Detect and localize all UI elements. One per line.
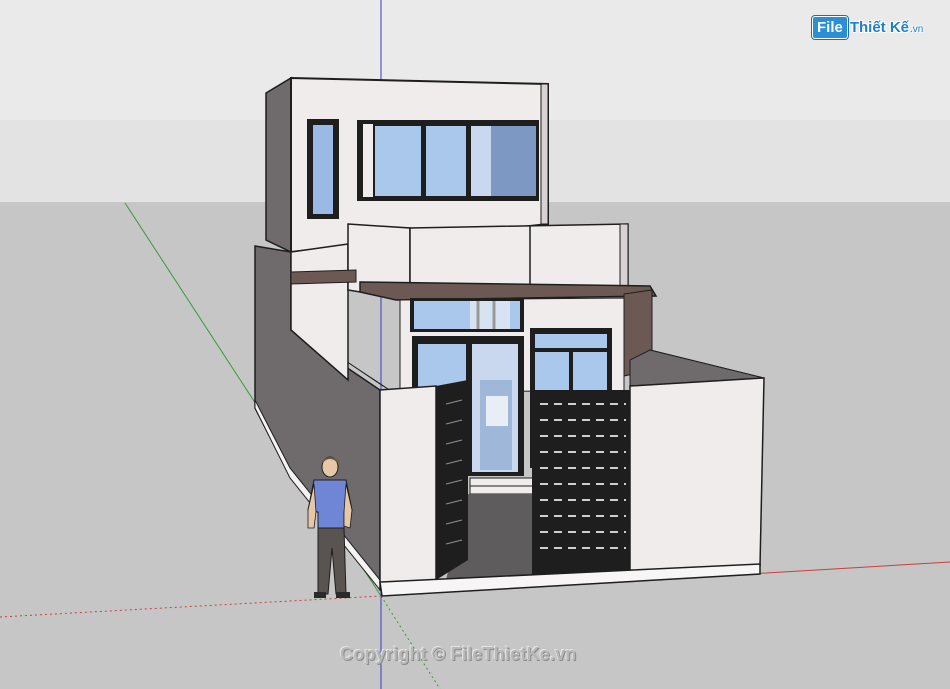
site-logo[interactable]: File Thiết Kế .vn [812, 14, 923, 40]
balcony-parapet-end [619, 223, 629, 287]
logo-tld: .vn [910, 24, 924, 35]
logo-name: Thiết Kế [849, 18, 910, 36]
copyright-watermark: Copyright © FileThietKe.vn [340, 644, 577, 664]
fence-right-front [629, 377, 765, 575]
person-shoe-left [314, 592, 326, 598]
side-ledge [290, 269, 357, 285]
model-scene [0, 0, 950, 689]
sketchup-viewport[interactable]: File Thiết Kế .vn Copyright © FileThietK… [0, 0, 950, 689]
person-shoe-right [336, 592, 350, 598]
upper-right-face [540, 83, 549, 225]
fence-left-pier [379, 385, 437, 591]
logo-file-badge: File [812, 15, 848, 39]
sliding-gate [532, 390, 630, 574]
gate-left-leaf [436, 380, 468, 580]
upper-left-face [265, 76, 292, 254]
balcony-parapet-front [409, 223, 629, 291]
